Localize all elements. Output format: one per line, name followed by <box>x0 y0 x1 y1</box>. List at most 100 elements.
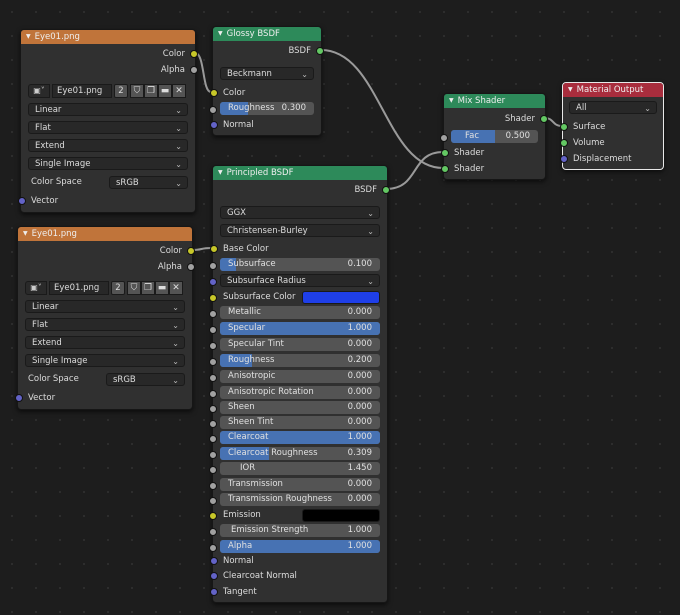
ior-field[interactable]: IOR 1.450 <box>220 462 380 475</box>
source-dropdown[interactable]: Single Image ⌄ <box>28 157 188 170</box>
color-space-dropdown[interactable]: sRGB ⌄ <box>109 176 188 189</box>
source-dropdown[interactable]: Single Image ⌄ <box>25 354 185 367</box>
image-browse-icon[interactable]: ▣˅ <box>25 281 47 295</box>
fake-user-shield-icon[interactable]: ⛉ <box>130 84 144 98</box>
socket-emission-in[interactable] <box>209 512 217 520</box>
duplicate-icon[interactable]: ❐ <box>144 84 158 98</box>
socket-sheen-in[interactable] <box>209 405 217 413</box>
close-icon[interactable]: ✕ <box>172 84 186 98</box>
image-name-field[interactable]: Eye01.png <box>52 84 112 98</box>
socket-clearcoat-normal-in[interactable] <box>210 572 218 580</box>
socket-specular-in[interactable] <box>209 326 217 334</box>
socket-color-in[interactable] <box>210 89 218 97</box>
socket-shader2-in[interactable] <box>441 165 449 173</box>
image-browse-icon[interactable]: ▣˅ <box>28 84 50 98</box>
alpha-field[interactable]: Alpha 1.000 <box>220 540 380 553</box>
socket-sheen-tint-in[interactable] <box>209 420 217 428</box>
clearcoat-roughness-field[interactable]: Clearcoat Roughness 0.309 <box>220 447 380 460</box>
socket-alpha-out[interactable] <box>187 263 195 271</box>
socket-tangent-in[interactable] <box>210 588 218 596</box>
socket-metallic-in[interactable] <box>209 310 217 318</box>
subsurface-method-dropdown[interactable]: Christensen-Burley ⌄ <box>220 224 380 237</box>
socket-color-out[interactable] <box>187 247 195 255</box>
extension-dropdown[interactable]: Extend ⌄ <box>28 139 188 152</box>
collapse-triangle-icon[interactable]: ▼ <box>26 33 31 40</box>
socket-transmission-in[interactable] <box>209 482 217 490</box>
node-header[interactable]: ▼ Glossy BSDF <box>213 27 321 41</box>
target-dropdown[interactable]: All ⌄ <box>569 101 657 114</box>
socket-normal-in[interactable] <box>210 557 218 565</box>
mix-shader-node[interactable]: ▼ Mix Shader Shader Fac 0.500 Shader Shad… <box>440 93 548 180</box>
specular-tint-field[interactable]: Specular Tint 0.000 <box>220 338 380 351</box>
emission-color-swatch[interactable] <box>302 509 380 522</box>
color-space-dropdown[interactable]: sRGB ⌄ <box>106 373 185 386</box>
socket-alpha-in[interactable] <box>209 544 217 552</box>
socket-displacement-in[interactable] <box>560 155 568 163</box>
principled-bsdf-node[interactable]: ▼ Principled BSDF BSDF GGX ⌄ Christensen-B… <box>209 165 390 603</box>
image-name-field[interactable]: Eye01.png <box>49 281 109 295</box>
socket-specular-tint-in[interactable] <box>209 342 217 350</box>
socket-roughness-in[interactable] <box>209 358 217 366</box>
user-count[interactable]: 2 <box>111 281 125 295</box>
projection-dropdown[interactable]: Flat ⌄ <box>28 121 188 134</box>
socket-subsurface-radius-in[interactable] <box>209 278 217 286</box>
anisotropic-field[interactable]: Anisotropic 0.000 <box>220 370 380 383</box>
open-folder-icon[interactable]: ▬ <box>158 84 172 98</box>
socket-shader-out[interactable] <box>540 115 548 123</box>
collapse-triangle-icon[interactable]: ▼ <box>218 30 223 37</box>
socket-subsurface-in[interactable] <box>209 262 217 270</box>
collapse-triangle-icon[interactable]: ▼ <box>218 169 223 176</box>
node-header[interactable]: ▼ Material Output <box>563 83 663 97</box>
socket-volume-in[interactable] <box>560 139 568 147</box>
open-folder-icon[interactable]: ▬ <box>155 281 169 295</box>
node-header[interactable]: ▼ Mix Shader <box>444 94 545 108</box>
interpolation-dropdown[interactable]: Linear ⌄ <box>28 103 188 116</box>
roughness-field[interactable]: Roughness 0.300 <box>220 102 314 115</box>
socket-anisotropic-rotation-in[interactable] <box>209 390 217 398</box>
roughness-field[interactable]: Roughness 0.200 <box>220 354 380 367</box>
transmission-field[interactable]: Transmission 0.000 <box>220 478 380 491</box>
socket-base-color-in[interactable] <box>210 245 218 253</box>
emission-strength-field[interactable]: Emission Strength 1.000 <box>220 524 380 537</box>
extension-dropdown[interactable]: Extend ⌄ <box>25 336 185 349</box>
anisotropic-rotation-field[interactable]: Anisotropic Rotation 0.000 <box>220 386 380 399</box>
socket-clearcoat-in[interactable] <box>209 435 217 443</box>
socket-anisotropic-in[interactable] <box>209 374 217 382</box>
user-count[interactable]: 2 <box>114 84 128 98</box>
socket-vector-in[interactable] <box>15 394 23 402</box>
socket-fac-in[interactable] <box>440 134 448 142</box>
collapse-triangle-icon[interactable]: ▼ <box>449 97 454 104</box>
distribution-dropdown[interactable]: GGX ⌄ <box>220 206 380 219</box>
socket-color-out[interactable] <box>190 50 198 58</box>
socket-emission-strength-in[interactable] <box>209 528 217 536</box>
glossy-bsdf-node[interactable]: ▼ Glossy BSDF BSDF Beckmann ⌄ Color Roughn… <box>209 26 324 136</box>
socket-roughness-in[interactable] <box>209 106 217 114</box>
socket-shader1-in[interactable] <box>441 149 449 157</box>
material-output-node[interactable]: ▼ Material Output All ⌄ Surface Volume Dis… <box>560 82 664 170</box>
duplicate-icon[interactable]: ❐ <box>141 281 155 295</box>
sheen-field[interactable]: Sheen 0.000 <box>220 401 380 414</box>
socket-surface-in[interactable] <box>560 123 568 131</box>
subsurface-field[interactable]: Subsurface 0.100 <box>220 258 380 271</box>
node-header[interactable]: ▼ Eye01.png <box>21 30 195 44</box>
fac-field[interactable]: Fac 0.500 <box>451 130 538 143</box>
socket-vector-in[interactable] <box>18 197 26 205</box>
fake-user-shield-icon[interactable]: ⛉ <box>127 281 141 295</box>
socket-transmission-roughness-in[interactable] <box>209 497 217 505</box>
socket-bsdf-out[interactable] <box>382 186 390 194</box>
interpolation-dropdown[interactable]: Linear ⌄ <box>25 300 185 313</box>
node-header[interactable]: ▼ Principled BSDF <box>213 166 387 180</box>
subsurface-color-swatch[interactable] <box>302 291 380 304</box>
collapse-triangle-icon[interactable]: ▼ <box>23 230 28 237</box>
projection-dropdown[interactable]: Flat ⌄ <box>25 318 185 331</box>
socket-subsurface-color-in[interactable] <box>209 294 217 302</box>
collapse-triangle-icon[interactable]: ▼ <box>568 86 573 93</box>
socket-ior-in[interactable] <box>209 466 217 474</box>
metallic-field[interactable]: Metallic 0.000 <box>220 306 380 319</box>
clearcoat-field[interactable]: Clearcoat 1.000 <box>220 431 380 444</box>
specular-field[interactable]: Specular 1.000 <box>220 322 380 335</box>
sheen-tint-field[interactable]: Sheen Tint 0.000 <box>220 416 380 429</box>
transmission-roughness-field[interactable]: Transmission Roughness 0.000 <box>220 493 380 506</box>
distribution-dropdown[interactable]: Beckmann ⌄ <box>220 67 314 80</box>
socket-normal-in[interactable] <box>210 121 218 129</box>
